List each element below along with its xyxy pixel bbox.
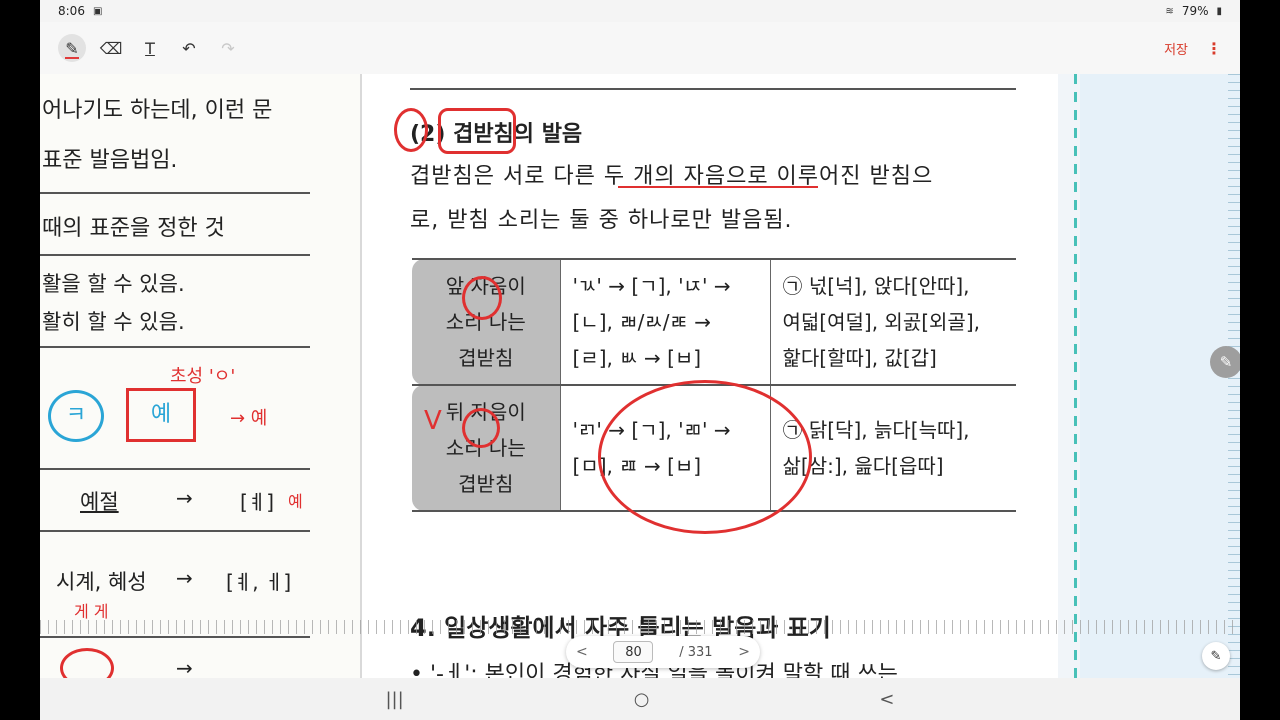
undo-icon: ↶ <box>182 38 196 58</box>
edit-fab-icon[interactable]: ✎ <box>1210 346 1240 378</box>
arrow: → <box>176 566 193 590</box>
back-icon[interactable]: < <box>879 689 894 710</box>
divider <box>40 636 310 638</box>
wifi-icon: ≋ <box>1165 5 1174 17</box>
handwritten-box: 예 <box>126 388 196 442</box>
page-total: / 331 <box>679 644 713 660</box>
handwritten-box <box>438 108 516 154</box>
page-navigator: < / 331 > <box>566 636 760 668</box>
pen-color-indicator <box>65 57 79 59</box>
device-screen: 8:06 ▣ ≋ 79% ▮ ✎ ⌫ T ↶ ↷ 저장 ⋮ 어나기도 하는데, … <box>40 0 1240 720</box>
text-icon: T <box>145 38 155 58</box>
cell-line: 삶[삼:], 읊다[읍따] <box>782 454 944 478</box>
next-page-icon[interactable]: > <box>738 644 750 660</box>
divider <box>40 254 310 256</box>
cell-line: ㉠ 넋[넉], 앉다[안따], <box>782 274 970 298</box>
document-view[interactable]: 어나기도 하는데, 이런 문 표준 발음법임. 때의 표준을 정한 것 활을 할… <box>40 74 1240 678</box>
pen-icon: ✎ <box>65 38 79 58</box>
cell-line: 'ㄳ' → [ㄱ], 'ㄵ' → <box>572 274 731 298</box>
page-scrubber-ruler[interactable] <box>40 620 1240 634</box>
handwritten-circle: ㅋ <box>48 390 104 442</box>
arrow: → <box>176 486 193 510</box>
left-page-column: 어나기도 하는데, 이런 문 표준 발음법임. 때의 표준을 정한 것 활을 할… <box>40 74 362 678</box>
cell-line: [ㄹ], ㅄ → [ㅂ] <box>572 346 702 370</box>
divider <box>40 346 310 348</box>
divider <box>40 468 310 470</box>
pen-tool-button[interactable]: ✎ <box>58 34 86 62</box>
home-icon[interactable]: ○ <box>634 689 650 710</box>
cell-line: 핥다[할따], 값[갑] <box>782 346 937 370</box>
handwritten-note: 게 게 <box>74 602 109 621</box>
main-page: (2) 겹받침의 발음 겹받침은 서로 다른 두 개의 자음으로 이루어진 받침… <box>362 74 1058 678</box>
table-word: 예절 <box>80 490 119 514</box>
handwritten-circle <box>462 408 500 448</box>
handwritten-circle <box>598 380 812 534</box>
handwritten-note: 초성 'ㅇ' <box>170 366 236 387</box>
margin-dashed-line <box>1074 74 1077 678</box>
save-button[interactable]: 저장 <box>1164 39 1188 58</box>
prev-page-icon[interactable]: < <box>576 644 588 660</box>
status-battery: 79% <box>1181 4 1209 18</box>
note-fab-icon[interactable]: ✎ <box>1202 642 1230 670</box>
example-cell: ㉠ 넋[넉], 앉다[안따], 여덟[여덜], 외곬[외골], 핥다[할따], … <box>770 258 1016 386</box>
left-text-line: 활을 할 수 있음. <box>42 272 185 296</box>
undo-button[interactable]: ↶ <box>175 34 203 62</box>
handwritten-underline <box>618 186 818 188</box>
divider <box>410 88 1016 90</box>
handwritten-circle <box>462 276 502 320</box>
paragraph-line: 로, 받침 소리는 둘 중 하나로만 발음됨. <box>410 208 793 233</box>
table-word: 시계, 혜성 <box>56 570 147 594</box>
more-options-icon[interactable]: ⋮ <box>1206 39 1222 58</box>
system-nav-bar: ||| ○ < <box>40 678 1240 720</box>
arrow: → <box>176 656 193 678</box>
handwritten-circle <box>394 108 428 152</box>
annotation-toolbar: ✎ ⌫ T ↶ ↷ 저장 ⋮ <box>40 22 1240 74</box>
recent-apps-icon[interactable]: ||| <box>385 689 403 710</box>
left-text-line: 표준 발음법임. <box>42 148 178 173</box>
handwritten-note: 예 <box>288 492 303 511</box>
cell-line: [ㄴ], ㄼ/ㄽ/ㄾ → <box>572 310 712 334</box>
handwritten-circle <box>60 648 114 678</box>
table-result: [ㅖ, ㅔ] <box>226 570 292 594</box>
text-tool-button[interactable]: T <box>136 34 164 62</box>
divider <box>40 530 310 532</box>
left-text-line: 어나기도 하는데, 이런 문 <box>42 98 273 123</box>
status-bar: 8:06 ▣ ≋ 79% ▮ <box>40 0 1240 22</box>
handwritten-note: → 예 <box>230 408 268 429</box>
screenshot-icon: ▣ <box>92 5 103 17</box>
row-head: 뒤 자음이 소리 나는 겹받침 <box>412 385 561 512</box>
battery-icon: ▮ <box>1216 5 1222 17</box>
table-row: 앞 자음이 소리 나는 겹받침 'ㄳ' → [ㄱ], 'ㄵ' → [ㄴ], ㄼ/… <box>412 258 1016 386</box>
redo-icon: ↷ <box>221 38 235 58</box>
left-text-line: 때의 표준을 정한 것 <box>42 216 225 241</box>
status-time: 8:06 <box>58 4 85 18</box>
cell-line: ㉠ 닭[닥], 늙다[늑따], <box>782 418 970 442</box>
cell-line: 겹받침 <box>458 346 514 370</box>
right-margin-panel <box>1080 74 1240 678</box>
redo-button[interactable]: ↷ <box>214 34 242 62</box>
table-result: [ㅖ] <box>240 490 275 514</box>
eraser-icon: ⌫ <box>99 38 123 58</box>
eraser-tool-button[interactable]: ⌫ <box>97 34 125 62</box>
cell-line: 겹받침 <box>458 472 514 496</box>
rule-cell: 'ㄳ' → [ㄱ], 'ㄵ' → [ㄴ], ㄼ/ㄽ/ㄾ → [ㄹ], ㅄ → [… <box>560 258 771 386</box>
handwritten-checkmark: V <box>424 406 442 436</box>
cell-line: 여덟[여덜], 외곬[외골], <box>782 310 980 334</box>
divider <box>40 192 310 194</box>
left-text-line: 활히 할 수 있음. <box>42 310 185 334</box>
page-number-input[interactable] <box>613 641 654 663</box>
